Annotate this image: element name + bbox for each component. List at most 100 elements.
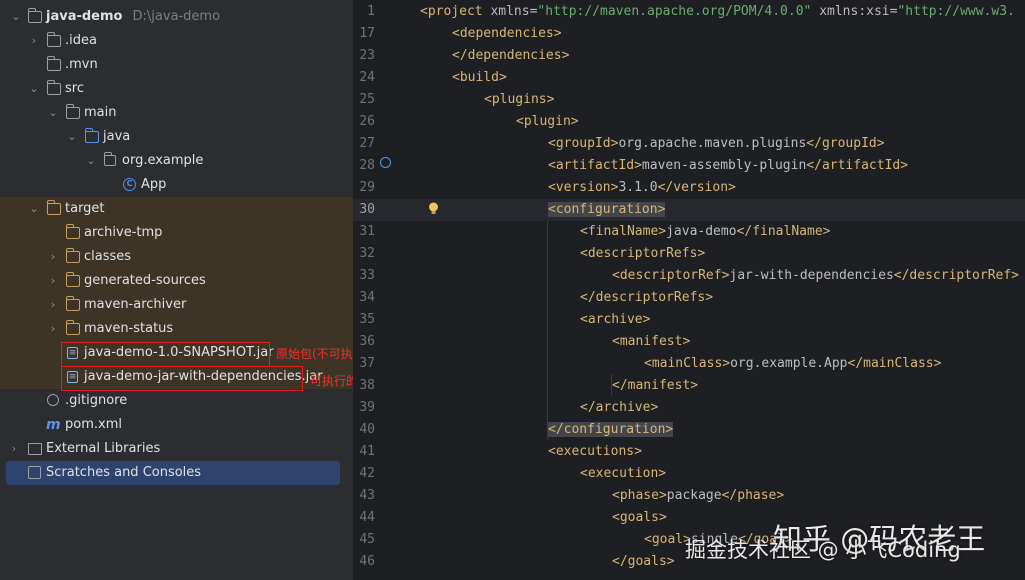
tree-item-label: Scratches and Consoles: [46, 465, 202, 480]
tree-item-label: src: [65, 81, 84, 96]
code-line[interactable]: 32 <descriptorRefs>: [353, 243, 1025, 265]
chevron-down-icon[interactable]: ⌄: [28, 197, 40, 221]
code-line[interactable]: 1 <project xmlns="http://maven.apache.org…: [353, 1, 1025, 23]
code-editor[interactable]: 1 <project xmlns="http://maven.apache.org…: [353, 0, 1025, 580]
tree-item-archive-tmp[interactable]: archive-tmp: [0, 221, 353, 245]
chevron-down-icon[interactable]: ⌄: [28, 77, 40, 101]
chevron-down-icon[interactable]: ⌄: [85, 149, 97, 173]
code-line[interactable]: 42 <execution>: [353, 463, 1025, 485]
line-number[interactable]: 33: [353, 265, 375, 287]
code-line[interactable]: 30 <configuration>: [353, 199, 1025, 221]
code-line[interactable]: 29 <version>3.1.0</version>: [353, 177, 1025, 199]
chevron-right-icon[interactable]: ›: [8, 437, 20, 461]
tree-item-main[interactable]: ⌄ main: [0, 101, 353, 125]
line-number[interactable]: 32: [353, 243, 375, 265]
scratches-icon: [28, 466, 41, 479]
code-line[interactable]: 33 <descriptorRef>jar-with-dependencies</…: [353, 265, 1025, 287]
line-number[interactable]: 44: [353, 507, 375, 529]
tree-item-label: .idea: [65, 33, 97, 48]
code-line[interactable]: 28 <artifactId>maven-assembly-plugin</art…: [353, 155, 1025, 177]
chevron-right-icon[interactable]: ›: [47, 293, 59, 317]
code-line[interactable]: 24 <build>: [353, 67, 1025, 89]
line-number[interactable]: 40: [353, 419, 375, 441]
line-number[interactable]: 37: [353, 353, 375, 375]
code-text: </dependencies>: [452, 48, 570, 63]
line-number[interactable]: 30: [353, 199, 375, 221]
tree-item-maven-archiver[interactable]: › maven-archiver: [0, 293, 353, 317]
tree-root-java-demo[interactable]: ⌄ java-demo D:\java-demo: [0, 5, 353, 29]
line-number[interactable]: 29: [353, 177, 375, 199]
chevron-right-icon[interactable]: ›: [47, 269, 59, 293]
code-text: <phase>package</phase>: [612, 488, 785, 503]
code-line[interactable]: 26 <plugin>: [353, 111, 1025, 133]
chevron-down-icon[interactable]: ⌄: [10, 5, 22, 29]
excluded-folder-icon: [47, 200, 61, 215]
line-number[interactable]: 24: [353, 67, 375, 89]
line-number[interactable]: 41: [353, 441, 375, 463]
tree-item-label: pom.xml: [65, 417, 122, 432]
tree-item-idea[interactable]: › .idea: [0, 29, 353, 53]
code-line[interactable]: 25 <plugins>: [353, 89, 1025, 111]
line-number[interactable]: 23: [353, 45, 375, 67]
tree-item-src[interactable]: ⌄ src: [0, 77, 353, 101]
code-line[interactable]: 31 <finalName>java-demo</finalName>: [353, 221, 1025, 243]
code-line[interactable]: 41 <executions>: [353, 441, 1025, 463]
code-line[interactable]: 38 </manifest>: [353, 375, 1025, 397]
tree-item-maven-status[interactable]: › maven-status: [0, 317, 353, 341]
code-line[interactable]: 39 </archive>: [353, 397, 1025, 419]
code-text: <plugins>: [484, 92, 555, 107]
tree-item-pom-xml[interactable]: m pom.xml: [0, 413, 353, 437]
code-text: <archive>: [580, 312, 651, 327]
code-line[interactable]: 27 <groupId>org.apache.maven.plugins</gro…: [353, 133, 1025, 155]
tree-item-label: .mvn: [65, 57, 98, 72]
line-number[interactable]: 42: [353, 463, 375, 485]
code-text: <plugin>: [516, 114, 579, 129]
tree-item-label: java: [103, 129, 131, 144]
chevron-down-icon[interactable]: ⌄: [47, 101, 59, 125]
tree-item-classes[interactable]: › classes: [0, 245, 353, 269]
line-number[interactable]: 26: [353, 111, 375, 133]
line-number[interactable]: 27: [353, 133, 375, 155]
line-number[interactable]: 43: [353, 485, 375, 507]
lightbulb-icon[interactable]: [428, 202, 439, 214]
tree-item-app[interactable]: C App: [0, 173, 353, 197]
line-number[interactable]: 36: [353, 331, 375, 353]
tree-item-org-example[interactable]: ⌄ org.example: [0, 149, 353, 173]
line-number[interactable]: 17: [353, 23, 375, 45]
code-line[interactable]: 43 <phase>package</phase>: [353, 485, 1025, 507]
code-line[interactable]: 23 </dependencies>: [353, 45, 1025, 67]
chevron-right-icon[interactable]: ›: [47, 245, 59, 269]
line-number[interactable]: 45: [353, 529, 375, 551]
line-number[interactable]: 39: [353, 397, 375, 419]
line-number[interactable]: 46: [353, 551, 375, 573]
tree-item-generated-sources[interactable]: › generated-sources: [0, 269, 353, 293]
tree-item-scratches[interactable]: Scratches and Consoles: [6, 461, 340, 485]
folder-icon: [47, 32, 61, 47]
code-line[interactable]: 17 <dependencies>: [353, 23, 1025, 45]
tree-item-external-libraries[interactable]: › External Libraries: [0, 437, 353, 461]
code-line[interactable]: 36 <manifest>: [353, 331, 1025, 353]
excluded-folder-icon: [66, 248, 80, 263]
tree-item-java[interactable]: ⌄ java: [0, 125, 353, 149]
line-number[interactable]: 28: [353, 155, 375, 177]
line-number[interactable]: 1: [353, 1, 375, 23]
line-number[interactable]: 38: [353, 375, 375, 397]
root-path: D:\java-demo: [132, 9, 221, 24]
chevron-down-icon[interactable]: ⌄: [66, 125, 78, 149]
override-gutter-icon[interactable]: [380, 157, 391, 168]
line-number[interactable]: 34: [353, 287, 375, 309]
line-number[interactable]: 35: [353, 309, 375, 331]
code-line[interactable]: 35 <archive>: [353, 309, 1025, 331]
code-line[interactable]: 37 <mainClass>org.example.App</mainClass>: [353, 353, 1025, 375]
chevron-right-icon[interactable]: ›: [47, 317, 59, 341]
tree-item-label: main: [84, 105, 117, 120]
tree-item-mvn[interactable]: .mvn: [0, 53, 353, 77]
chevron-right-icon[interactable]: ›: [28, 29, 40, 53]
tree-item-label: App: [141, 177, 167, 192]
tree-item-target[interactable]: ⌄ target: [0, 197, 353, 221]
line-number[interactable]: 25: [353, 89, 375, 111]
line-number[interactable]: 31: [353, 221, 375, 243]
tree-item-gitignore[interactable]: .gitignore: [0, 389, 353, 413]
code-line[interactable]: 34 </descriptorRefs>: [353, 287, 1025, 309]
code-line[interactable]: 40 </configuration>: [353, 419, 1025, 441]
